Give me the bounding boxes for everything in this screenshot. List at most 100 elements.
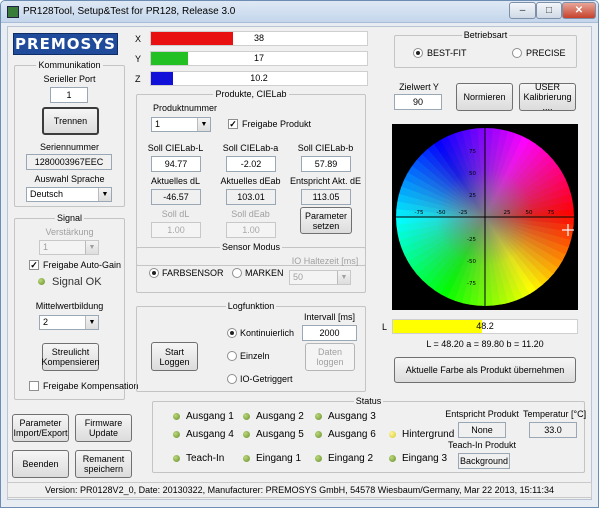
soll-b-field[interactable]: 57.89 (301, 156, 351, 172)
user-calibration-button[interactable]: USER Kalibrierung .... (519, 82, 576, 112)
l-bar: 48.2 (392, 319, 578, 334)
status-title: Status (353, 396, 384, 406)
farbsensor-label: FARBSENSOR (162, 268, 224, 278)
close-button[interactable]: ✕ (562, 2, 596, 19)
entspr-field: 113.05 (301, 189, 351, 205)
hold-time-label: IO Haltezeit [ms] (291, 256, 359, 266)
marken-radio[interactable] (232, 268, 242, 278)
status-label-10: Eingang 3 (402, 453, 448, 464)
bestfit-radio[interactable] (413, 48, 423, 58)
wheel-tick-y: 25 (469, 193, 476, 199)
akt-dl-label: Aktuelles dL (150, 176, 201, 186)
kommunikation-title: Kommunikation (36, 60, 103, 70)
log-continuous-radio[interactable] (227, 328, 237, 338)
wheel-tick-y: -75 (467, 281, 476, 287)
param-import-export-button[interactable]: Parameter Import/Export (12, 414, 69, 442)
z-value: 10.2 (250, 73, 268, 83)
autogain-checkbox[interactable]: ✓ (29, 260, 39, 270)
precise-radio[interactable] (512, 48, 522, 58)
hold-time-value: 50 (293, 272, 304, 282)
status-label-2: Ausgang 3 (328, 411, 376, 422)
status-led-9 (315, 455, 322, 462)
prodnum-value: 1 (155, 119, 161, 129)
status-label-1: Ausgang 2 (256, 411, 304, 422)
signal-led (38, 278, 45, 285)
status-led-2 (315, 413, 322, 420)
signal-title: Signal (54, 213, 85, 223)
language-select[interactable]: Deutsch ▼ (26, 187, 112, 202)
akt-deab-label: Aktuelles dEab (220, 176, 281, 186)
status-label-7: Teach-In (186, 453, 225, 464)
release-product-checkbox[interactable]: ✓ (228, 119, 238, 129)
exit-button[interactable]: Beenden (12, 450, 69, 478)
compensation-label: Freigabe Kompensation (43, 381, 139, 391)
produkte-group: Produkte, CIELab Produktnummer 1 ▼ ✓ Frei… (136, 89, 366, 266)
teachin-product-label: Teach-In Produkt (447, 440, 517, 450)
brand-logo: PREMOSYS (13, 33, 118, 55)
release-product-label: Freigabe Produkt (242, 119, 312, 129)
soll-dl-field[interactable]: 1.00 (151, 222, 201, 238)
status-label-4: Ausgang 5 (256, 429, 304, 440)
status-group: Status Ausgang 1 Ausgang 2 Ausgang 3 Ausgan… (152, 396, 587, 473)
status-label-8: Eingang 1 (256, 453, 302, 464)
color-wheel-panel[interactable]: 75 50 25 -25 -50 -75 -75 -50 -25 25 50 75 (392, 124, 578, 310)
maximize-button[interactable]: □ (536, 2, 562, 19)
wheel-tick-y: -25 (467, 237, 476, 243)
prodnum-label: Produktnummer (153, 103, 218, 113)
hold-time-select[interactable]: 50 ▼ (289, 270, 351, 285)
apply-color-button[interactable]: Aktuelle Farbe als Produkt übernehmen (394, 357, 576, 383)
soll-a-label: Soll CIELab-a (222, 143, 279, 153)
log-continuous-label: Kontinuierlich (240, 328, 295, 338)
wheel-tick-x: -25 (459, 210, 468, 216)
gain-select[interactable]: 1 ▼ (39, 240, 99, 255)
x-value: 38 (253, 33, 264, 43)
target-y-field[interactable]: 90 (394, 94, 442, 110)
language-label: Auswahl Sprache (34, 174, 105, 184)
x-axis-label: X (135, 34, 142, 44)
akt-deab-field: 103.01 (226, 189, 276, 205)
port-field[interactable]: 1 (50, 87, 88, 103)
color-wheel: 75 50 25 -25 -50 -75 -75 -50 -25 25 50 75 (392, 124, 578, 310)
temperature-label: Temperatur [°C] (523, 409, 587, 419)
log-data-button[interactable]: Daten loggen (305, 343, 355, 371)
wheel-tick-x: -50 (437, 210, 446, 216)
wheel-tick-y: 50 (469, 171, 476, 177)
disconnect-button[interactable]: Trennen (42, 107, 99, 135)
normalize-button[interactable]: Normieren (456, 83, 513, 111)
bestfit-label: BEST-FIT (427, 48, 467, 58)
prodnum-select[interactable]: 1 ▼ (151, 117, 211, 132)
betriebsart-group: Betriebsart BEST-FIT PRECISE (394, 30, 577, 68)
soll-b-label: Soll CIELab-b (297, 143, 354, 153)
autogain-label: Freigabe Auto-Gain (43, 260, 122, 270)
status-led-8 (243, 455, 250, 462)
minimize-button[interactable]: – (509, 2, 536, 19)
soll-a-field[interactable]: -2.02 (226, 156, 276, 172)
log-single-label: Einzeln (240, 351, 270, 361)
interval-field[interactable]: 2000 (302, 325, 357, 341)
straylight-button[interactable]: Streulicht Kompensieren (41, 343, 100, 371)
remanent-save-button[interactable]: Remanent speichern (75, 450, 132, 478)
firmware-update-button[interactable]: Firmware Update (75, 414, 132, 442)
soll-dl-label: Soll dL (161, 209, 190, 219)
wheel-tick-y: -50 (467, 259, 476, 265)
status-led-1 (243, 413, 250, 420)
avg-select[interactable]: 2 ▼ (39, 315, 99, 330)
set-parameter-button[interactable]: Parameter setzen (300, 207, 352, 234)
y-bar: 17 (150, 51, 368, 66)
chevron-down-icon: ▼ (337, 271, 350, 284)
target-y-label: Zielwert Y (399, 82, 439, 92)
status-label-3: Ausgang 4 (186, 429, 234, 440)
status-label-5: Ausgang 6 (328, 429, 376, 440)
start-log-button[interactable]: Start Loggen (151, 342, 198, 371)
lab-readout: L = 48.20 a = 89.80 b = 11.20 (426, 339, 544, 349)
log-single-radio[interactable] (227, 351, 237, 361)
wheel-tick-y: 75 (469, 149, 476, 155)
match-product-field: None (458, 422, 506, 438)
compensation-checkbox[interactable] (29, 381, 39, 391)
gain-value: 1 (43, 242, 49, 252)
log-io-radio[interactable] (227, 374, 237, 384)
status-led-4 (243, 431, 250, 438)
soll-deab-field[interactable]: 1.00 (226, 222, 276, 238)
soll-l-field[interactable]: 94.77 (151, 156, 201, 172)
farbsensor-radio[interactable] (149, 268, 159, 278)
